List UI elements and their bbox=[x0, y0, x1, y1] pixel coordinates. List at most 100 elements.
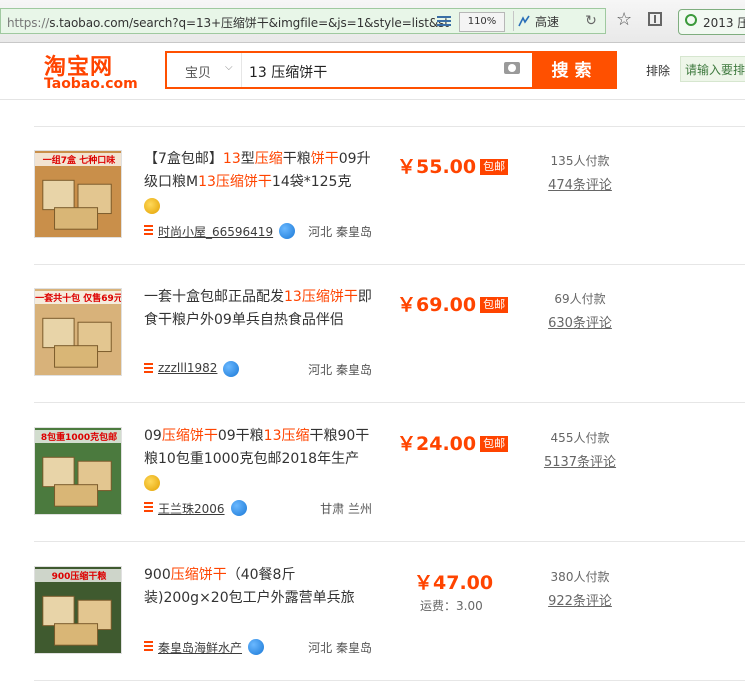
browser-search-text: 2013 压 bbox=[703, 16, 745, 30]
seller-level-icon bbox=[144, 363, 153, 374]
keyword-highlight: 13 bbox=[263, 428, 282, 444]
table-row: 900压缩干粮 900压缩饼干（40餐8斤装)200g×20包工户外露营单兵旅秦皇… bbox=[0, 542, 745, 681]
gold-medal-icon bbox=[144, 198, 160, 214]
seller-location: 河北 秦皇岛 bbox=[308, 225, 372, 239]
seller-name-link[interactable]: zzzlll1982 bbox=[158, 361, 217, 375]
seller-location: 河北 秦皇岛 bbox=[308, 363, 372, 377]
title-text: 干粮 bbox=[282, 151, 311, 167]
table-row: 一组7盒 七种口味 【7盒包邮】13型压缩干粮饼干09升级口粮M13压缩饼干14袋… bbox=[0, 126, 745, 265]
row-divider bbox=[34, 126, 745, 127]
seller-location: 河北 秦皇岛 bbox=[308, 641, 372, 655]
free-shipping-badge: 包邮 bbox=[480, 159, 509, 175]
keyword-highlight: 饼干 bbox=[310, 151, 339, 167]
keyword-highlight: 压缩饼干 bbox=[161, 428, 218, 444]
seller-level-icon bbox=[144, 641, 153, 652]
seller-row: 时尚小屋_66596419 河北 秦皇岛 bbox=[144, 222, 376, 240]
search-input[interactable]: 13 压缩饼干 bbox=[249, 62, 327, 82]
seller-name-link[interactable]: 时尚小屋_66596419 bbox=[158, 223, 273, 240]
product-thumbnail[interactable]: 一套共十包 仅售69元 bbox=[34, 288, 122, 376]
product-thumbnail[interactable]: 8包重1000克包邮 bbox=[34, 427, 122, 515]
url-path: s.taobao.com/search?q=13+压缩饼干&imgfile=&j… bbox=[49, 16, 449, 30]
speed-icon bbox=[518, 15, 530, 27]
seller-row: 王兰珠2006 甘肃 兰州 bbox=[144, 499, 376, 517]
seller-name-link[interactable]: 王兰珠2006 bbox=[158, 500, 225, 517]
seller-level-icon bbox=[144, 502, 153, 513]
price: ￥55.00 包邮 bbox=[397, 152, 509, 179]
thumbnail-banner: 一组7盒 七种口味 bbox=[35, 153, 121, 166]
reviews-link[interactable]: 474条评论 bbox=[530, 174, 630, 193]
title-text: 09干粮 bbox=[217, 428, 264, 444]
keyword-highlight: 压缩饼干 bbox=[170, 567, 227, 583]
free-shipping-badge: 包邮 bbox=[480, 436, 509, 452]
product-thumbnail[interactable]: 一组7盒 七种口味 bbox=[34, 150, 122, 238]
thumbnail-banner: 8包重1000克包邮 bbox=[35, 430, 121, 443]
reviews-link[interactable]: 630条评论 bbox=[530, 312, 630, 331]
zoom-level[interactable]: 110% bbox=[459, 12, 505, 32]
sales-count: 69人付款 bbox=[554, 292, 606, 306]
title-text: 14袋*125克 bbox=[271, 174, 352, 190]
price: ￥69.00 包邮 bbox=[397, 290, 509, 317]
search-button[interactable]: 搜索 bbox=[532, 51, 617, 89]
reviews-link[interactable]: 922条评论 bbox=[530, 590, 630, 609]
sales-count: 135人付款 bbox=[550, 154, 610, 168]
category-label: 宝贝 bbox=[185, 66, 212, 81]
price: ￥24.00 包邮 bbox=[397, 429, 509, 456]
address-bar[interactable]: https://s.taobao.com/search?q=13+压缩饼干&im… bbox=[0, 8, 606, 34]
product-title[interactable]: 【7盒包邮】13型压缩干粮饼干09升级口粮M13压缩饼干14袋*125克 bbox=[144, 148, 376, 217]
sales-count: 455人付款 bbox=[550, 431, 610, 445]
keyword-highlight: 压缩饼干 bbox=[215, 174, 272, 190]
taobao-logo[interactable]: 淘宝网 Taobao.com bbox=[34, 45, 142, 99]
bookmark-star-icon[interactable]: ☆ bbox=[616, 10, 632, 30]
url-text: https://s.taobao.com/search?q=13+压缩饼干&im… bbox=[7, 14, 449, 31]
shipping-fee: 运费：3.00 bbox=[420, 599, 483, 613]
title-text: 09 bbox=[144, 428, 162, 444]
seller-row: zzzlll1982 河北 秦皇岛 bbox=[144, 360, 376, 378]
wangwang-chat-icon[interactable] bbox=[279, 223, 295, 239]
speed-mode-button[interactable]: 高速 bbox=[513, 11, 576, 31]
title-text: 900 bbox=[144, 567, 171, 583]
keyword-highlight: 13 bbox=[222, 151, 241, 167]
logo-english: Taobao.com bbox=[44, 76, 138, 92]
keyword-highlight: 压缩饼干 bbox=[301, 289, 358, 305]
gold-medal-icon bbox=[144, 475, 160, 491]
product-thumbnail[interactable]: 900压缩干粮 bbox=[34, 566, 122, 654]
browser-toolbar: https://s.taobao.com/search?q=13+压缩饼干&im… bbox=[0, 0, 745, 43]
sales-count: 380人付款 bbox=[550, 570, 610, 584]
thumbnail-banner: 900压缩干粮 bbox=[35, 569, 121, 582]
reload-icon[interactable]: ↻ bbox=[581, 11, 601, 31]
table-row: 8包重1000克包邮 09压缩饼干09干粮13压缩干粮90干粮10包重1000克包… bbox=[0, 403, 745, 542]
wangwang-chat-icon[interactable] bbox=[223, 361, 239, 377]
keyword-highlight: 13 bbox=[284, 289, 302, 305]
title-text: 型 bbox=[240, 151, 255, 167]
search-icon bbox=[685, 14, 697, 26]
url-protocol: https:// bbox=[7, 16, 50, 30]
chevron-down-icon: ⌵ bbox=[225, 62, 233, 73]
keyword-highlight: 压缩 bbox=[281, 428, 310, 444]
wangwang-chat-icon[interactable] bbox=[231, 500, 247, 516]
title-text: 【7盒包邮】 bbox=[144, 151, 223, 167]
reader-mode-icon[interactable] bbox=[648, 12, 662, 26]
browser-search-box[interactable]: 2013 压 bbox=[678, 9, 745, 35]
category-select[interactable]: 宝贝 ⌵ bbox=[167, 53, 242, 87]
keyword-highlight: 13 bbox=[198, 174, 216, 190]
seller-name-link[interactable]: 秦皇岛海鲜水产 bbox=[158, 639, 242, 656]
seller-level-icon bbox=[144, 225, 153, 236]
camera-icon[interactable] bbox=[504, 62, 520, 74]
search-bar: 宝贝 ⌵ 13 压缩饼干 搜索 bbox=[165, 51, 617, 89]
speed-label: 高速 bbox=[535, 15, 560, 29]
list-icon[interactable] bbox=[437, 14, 451, 28]
exclude-input[interactable]: 请输入要排 bbox=[680, 56, 745, 82]
exclude-label: 排除 bbox=[646, 64, 671, 78]
table-row: 一套共十包 仅售69元 一套十盒包邮正品配发13压缩饼干即食干粮户外09单兵自热食… bbox=[0, 264, 745, 403]
reviews-link[interactable]: 5137条评论 bbox=[530, 451, 630, 470]
seller-location: 甘肃 兰州 bbox=[320, 502, 372, 516]
keyword-highlight: 压缩 bbox=[254, 151, 283, 167]
thumbnail-banner: 一套共十包 仅售69元 bbox=[35, 291, 121, 304]
title-text: 一套十盒包邮正品配发 bbox=[144, 289, 284, 305]
wangwang-chat-icon[interactable] bbox=[248, 639, 264, 655]
free-shipping-badge: 包邮 bbox=[480, 297, 509, 313]
product-title[interactable]: 09压缩饼干09干粮13压缩干粮90干粮10包重1000克包邮2018年生产 bbox=[144, 425, 376, 494]
product-title[interactable]: 900压缩饼干（40餐8斤装)200g×20包工户外露营单兵旅 bbox=[144, 564, 376, 610]
product-title[interactable]: 一套十盒包邮正品配发13压缩饼干即食干粮户外09单兵自热食品伴侣 bbox=[144, 286, 376, 332]
taobao-header: 淘宝网 Taobao.com 宝贝 ⌵ 13 压缩饼干 搜索 排除 请输入要排 bbox=[0, 43, 745, 100]
